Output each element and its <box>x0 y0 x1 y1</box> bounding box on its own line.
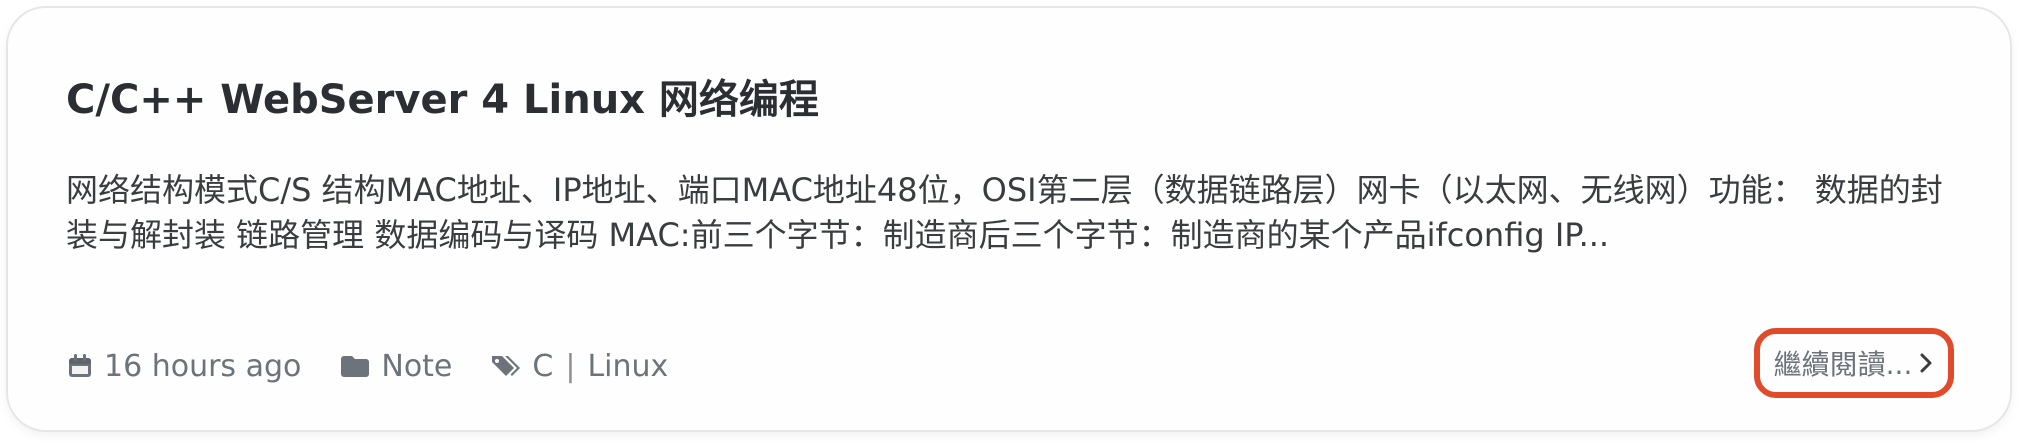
category-link-note[interactable]: Note <box>381 349 452 384</box>
tag-link-linux[interactable]: Linux <box>587 349 668 384</box>
post-card: C/C++ WebServer 4 Linux 网络编程 网络结构模式C/S 结… <box>6 6 2012 432</box>
post-date: 16 hours ago <box>66 349 301 384</box>
post-category: Note <box>339 349 452 384</box>
chevron-right-icon <box>1918 351 1934 375</box>
folder-icon <box>339 352 371 380</box>
tag-link-c[interactable]: C <box>532 349 553 384</box>
post-date-text: 16 hours ago <box>104 348 302 384</box>
calendar-icon <box>66 352 94 380</box>
read-more-button[interactable]: 繼續閱讀... <box>1754 328 1954 398</box>
read-more-label: 繼續閱讀... <box>1773 348 1913 381</box>
post-excerpt: 网络结构模式C/S 结构MAC地址、IP地址、端口MAC地址48位，OSI第二层… <box>66 171 1943 254</box>
tag-separator: | <box>565 348 576 384</box>
post-tags: C | Linux <box>490 349 668 384</box>
tags-icon <box>490 352 522 380</box>
post-meta: 16 hours ago Note C | Linux <box>66 344 706 388</box>
post-title[interactable]: C/C++ WebServer 4 Linux 网络编程 <box>66 74 819 126</box>
